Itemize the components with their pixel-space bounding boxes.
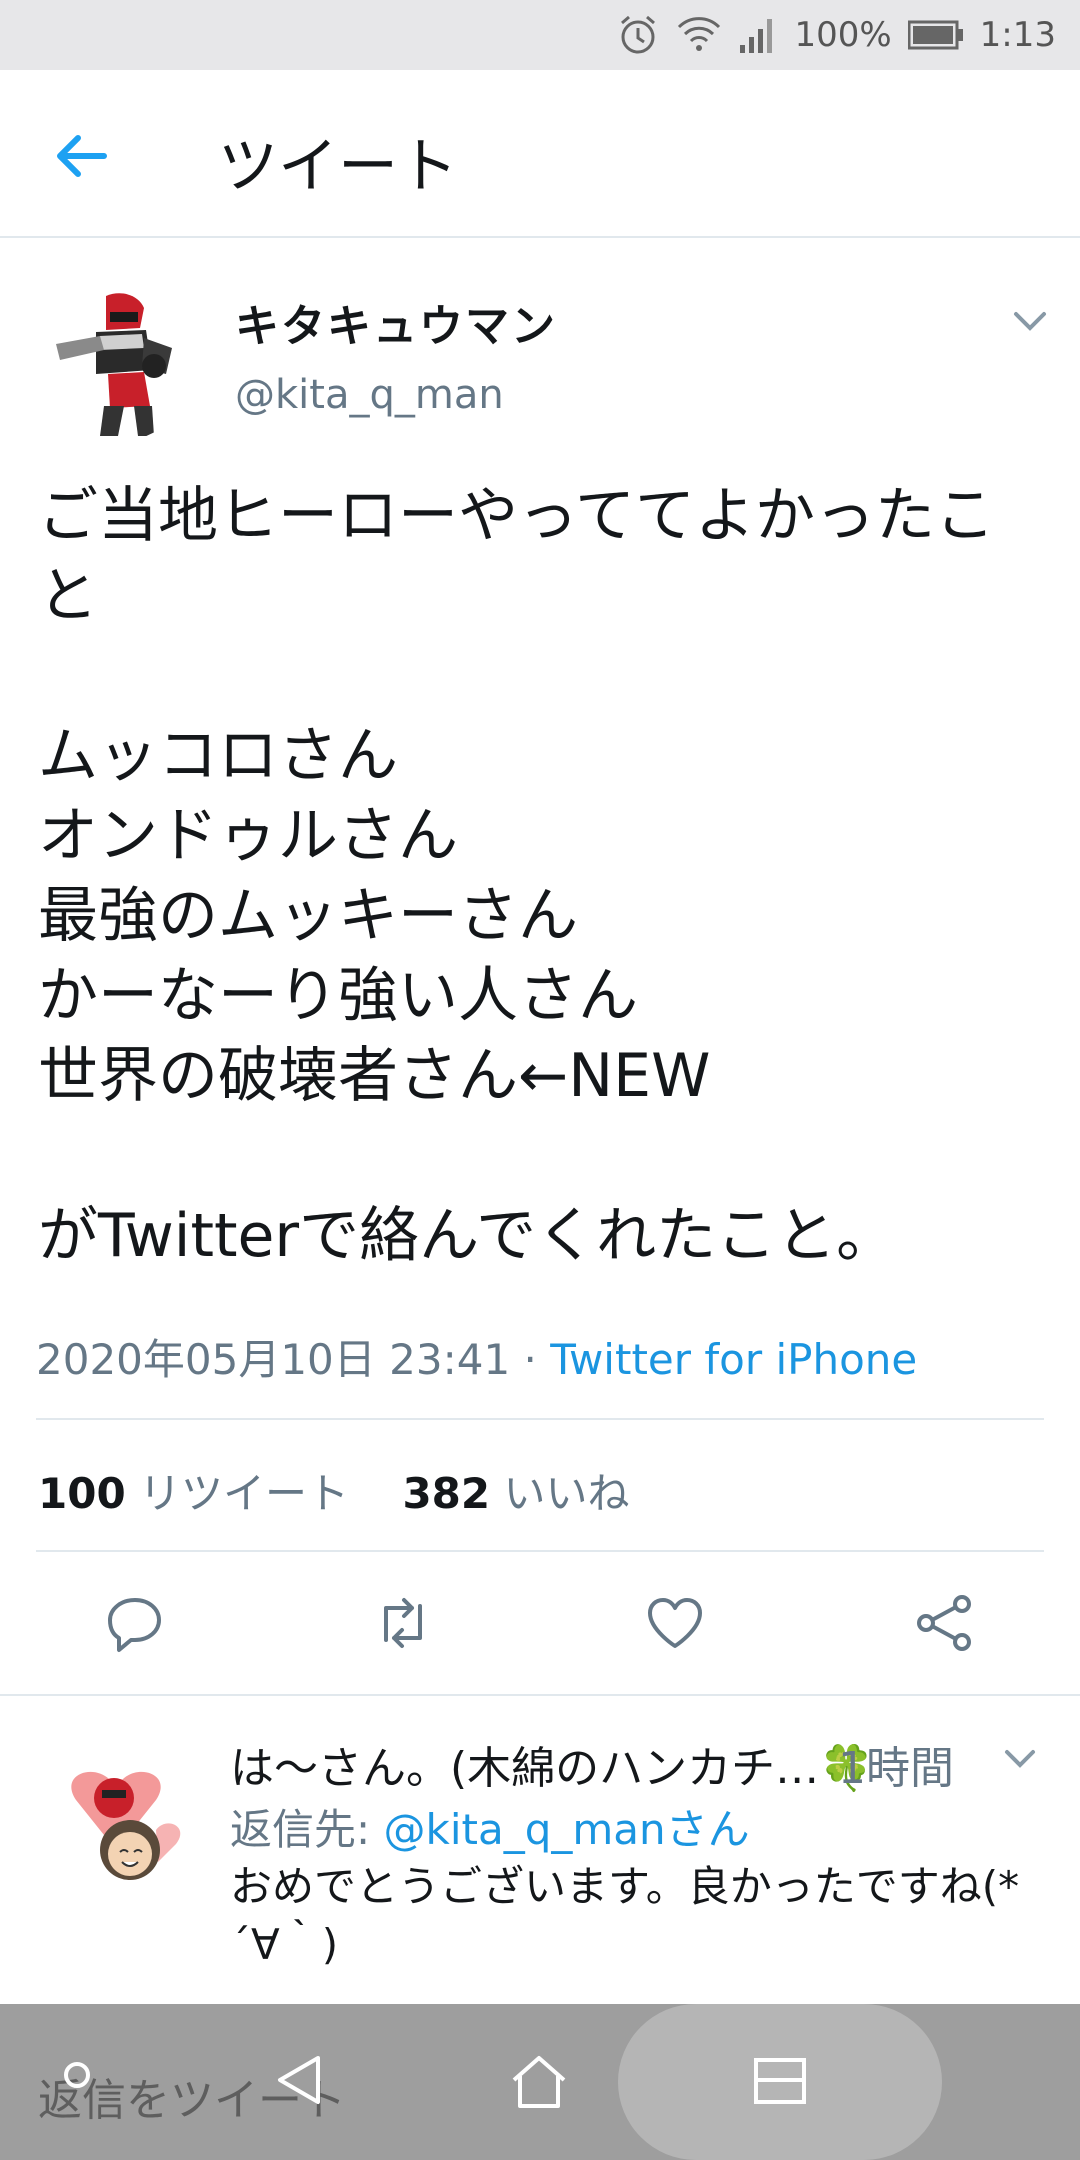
tweet-actions	[0, 1590, 1080, 1662]
tweet-source-link[interactable]: Twitter for iPhone	[550, 1335, 917, 1384]
tweet-timestamp: 2020年05月10日 23:41	[36, 1335, 511, 1384]
nav-home-icon[interactable]	[508, 2054, 570, 2114]
reply-display-name[interactable]: は〜さん。(木綿のハンカチ…🍀	[230, 1732, 874, 1796]
wifi-icon	[676, 13, 722, 57]
reply-to-mention[interactable]: @kita_q_man	[384, 1805, 666, 1854]
signal-icon	[738, 15, 778, 55]
divider	[36, 1550, 1044, 1552]
retweets-label: リツイート	[139, 1469, 350, 1518]
page-title: ツイート	[218, 132, 458, 202]
likes-count: 382	[402, 1469, 491, 1518]
likes-label: いいね	[503, 1469, 630, 1518]
reply-avatar[interactable]	[36, 1740, 196, 1900]
chevron-down-icon[interactable]	[1010, 306, 1050, 336]
retweet-icon[interactable]	[370, 1590, 436, 1656]
reply-icon[interactable]	[102, 1590, 168, 1656]
share-icon[interactable]	[912, 1590, 978, 1656]
battery-percent: 100%	[794, 15, 892, 55]
tweet-stats: 100 リツイート 382 いいね	[38, 1460, 630, 1521]
reply-to-line: 返信先: @kita_q_manさん	[230, 1796, 750, 1857]
nav-back-icon[interactable]	[270, 2050, 330, 2114]
avatar[interactable]	[36, 282, 196, 442]
section-divider	[0, 1694, 1080, 1696]
alarm-icon	[616, 13, 660, 57]
reply-to-suffix: さん	[665, 1805, 750, 1854]
reply-time: 1時間	[838, 1743, 954, 1794]
retweets-count: 100	[38, 1469, 126, 1518]
reply-to-label: 返信先:	[230, 1805, 384, 1854]
tweet-text: ご当地ヒーローやっててよかったこと ムッコロさん オンドゥルさん 最強のムッキー…	[38, 481, 995, 1271]
nav-circle-icon[interactable]	[62, 2060, 92, 2094]
tweet-meta: 2020年05月10日 23:41 · Twitter for iPhone	[36, 1326, 917, 1387]
app-bar: ツイート	[0, 70, 1080, 238]
status-bar: 100% 1:13	[0, 0, 1080, 70]
retweets-stat[interactable]: 100 リツイート	[38, 1469, 349, 1518]
clock: 1:13	[979, 15, 1056, 55]
reply-text: おめでとうございます。良かったですね(*´∀｀)	[230, 1862, 1020, 1969]
battery-icon	[907, 20, 964, 50]
likes-stat[interactable]: 382 いいね	[402, 1469, 629, 1518]
user-handle[interactable]: @kita_q_man	[235, 372, 504, 418]
nav-recents-icon[interactable]	[752, 2056, 808, 2110]
display-name[interactable]: キタキュウマン	[235, 290, 557, 354]
chevron-down-icon[interactable]	[1002, 1746, 1038, 1772]
like-icon[interactable]	[642, 1590, 708, 1656]
back-arrow-icon[interactable]	[48, 126, 118, 186]
meta-separator: ·	[523, 1335, 537, 1384]
divider	[36, 1418, 1044, 1420]
